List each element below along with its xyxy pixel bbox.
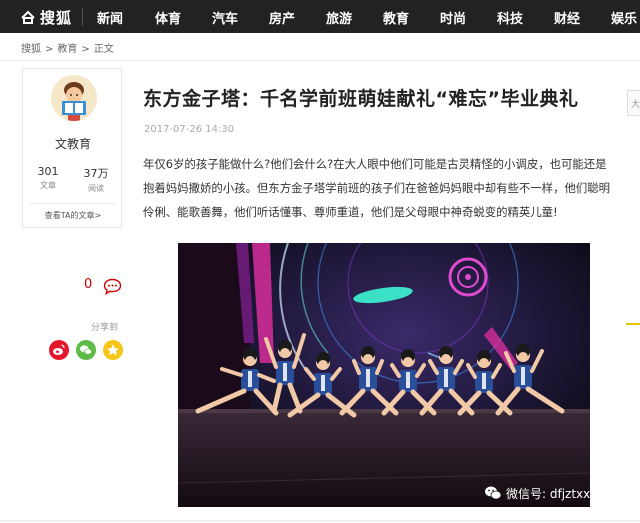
share-label: 分享到 [91,323,119,333]
right-side-widget[interactable]: 大 [627,90,640,116]
breadcrumb-separator: > [45,44,54,55]
nav-item-auto[interactable]: 汽车 [212,8,238,27]
nav-item-realestate[interactable]: 房产 [269,8,295,27]
sohu-logo-icon [21,10,35,24]
star-icon [103,340,123,360]
weibo-icon [49,340,69,360]
article-photo [178,243,590,507]
author-articles-stat: 301 文章 [25,165,71,191]
articles-label: 文章 [40,181,56,190]
view-author-articles-link[interactable]: 查看TA的文章> [23,210,123,221]
breadcrumb-separator: > [81,44,90,55]
author-card: 文教育 301 文章 37万 阅读 查看TA的文章> [22,68,122,228]
top-navigation-bar: 搜狐 新闻 体育 汽车 房产 旅游 教育 时尚 科技 财经 娱乐 [0,0,640,33]
articles-count: 301 [37,165,59,178]
nav-item-news[interactable]: 新闻 [97,8,123,27]
reads-label: 阅读 [88,184,104,193]
breadcrumb: 搜狐 > 教育 > 正文 [21,40,114,55]
watermark-text: 微信号: dfjztxx [506,486,591,501]
comment-icon[interactable] [103,278,122,295]
nav-item-entertainment[interactable]: 娱乐 [611,8,637,27]
share-qzone-button[interactable] [103,340,123,360]
like-count[interactable]: 0 [84,277,92,292]
nav-item-travel[interactable]: 旅游 [326,8,352,27]
bottom-divider [0,520,640,522]
breadcrumb-current: 正文 [93,44,114,55]
logo-text: 搜狐 [40,8,73,27]
breadcrumb-education[interactable]: 教育 [57,44,77,55]
author-reads-stat: 37万 阅读 [73,165,119,194]
nav-divider [82,8,83,26]
nav-item-education[interactable]: 教育 [383,8,409,27]
author-avatar[interactable] [51,75,97,121]
wechat-watermark: 微信号: dfjztxx [484,484,590,502]
share-wechat-button[interactable] [76,340,96,360]
reading-kid-avatar-icon [51,75,97,121]
reads-count: 37万 [83,167,109,180]
article-title: 东方金子塔：千名学前班萌娃献礼“难忘”毕业典礼 [143,88,579,110]
nav-item-finance[interactable]: 财经 [554,8,580,27]
nav-item-tech[interactable]: 科技 [497,8,523,27]
stage-performance-photo [178,243,590,507]
sohu-logo[interactable]: 搜狐 [20,6,72,28]
wechat-icon [76,340,96,360]
article-date: 2017-07-26 14:30 [144,124,235,135]
breadcrumb-divider [0,60,640,61]
share-weibo-button[interactable] [49,340,69,360]
article-body: 年仅6岁的孩子能做什么?他们会什么?在大人眼中他们可能是古灵精怪的小调皮，也可能… [143,157,611,219]
nav-item-fashion[interactable]: 时尚 [440,8,466,27]
author-name[interactable]: 文教育 [23,135,123,152]
nav-item-sports[interactable]: 体育 [155,8,181,27]
card-divider [29,203,117,204]
breadcrumb-home[interactable]: 搜狐 [21,44,41,55]
right-accent-line [626,323,640,325]
wechat-watermark-icon [485,486,502,500]
